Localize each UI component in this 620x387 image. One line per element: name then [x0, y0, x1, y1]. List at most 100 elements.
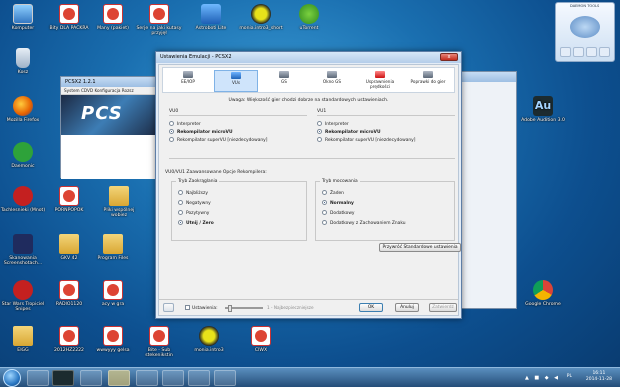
computer-icon — [13, 4, 33, 24]
tab-vus[interactable]: VUs — [214, 70, 258, 92]
tools-icon[interactable] — [586, 47, 597, 57]
eject-icon[interactable] — [573, 47, 584, 57]
rounding-chop-zero[interactable]: Utnij / Zero — [178, 220, 214, 226]
background-window[interactable] — [455, 71, 517, 309]
clamping-legend: Tryb mocowania — [320, 179, 360, 184]
help-icon[interactable] — [163, 303, 174, 312]
desktop-icon-audition[interactable]: Au Adobe Audition 3.0 — [520, 96, 566, 123]
disc-icon[interactable] — [570, 16, 600, 38]
desktop-icon-programfiles[interactable]: Program Files — [90, 234, 136, 261]
language-indicator[interactable]: PL — [567, 374, 572, 379]
rounding-nearest[interactable]: Najbliższy — [178, 190, 208, 196]
desktop-icon-radio[interactable]: RADIO1120 — [46, 280, 92, 307]
desktop-icon-ciwx[interactable]: CIWX — [238, 326, 284, 353]
audio-file-icon — [199, 326, 219, 346]
restore-defaults-button[interactable]: Przywróć Standardowe ustawienia — [379, 243, 461, 252]
cancel-button[interactable]: Anuluj — [395, 303, 419, 312]
desktop-icon-trash[interactable]: Kosz — [0, 48, 46, 75]
radio-selected-icon — [169, 129, 174, 134]
notice-text: Uwaga: Większość gier chodzi dobrze na s… — [228, 98, 389, 103]
tab-gs[interactable]: GS — [262, 70, 306, 92]
close-button[interactable]: x — [440, 53, 458, 61]
taskbar-explorer-icon[interactable] — [108, 370, 130, 386]
dialog-title: Ustawienia Emulacji - PCSX2 — [160, 54, 232, 60]
add-icon[interactable] — [560, 47, 571, 57]
dialog-bottom-bar: Ustawienia: 1 - Najbezpieczniejsze OK An… — [159, 299, 458, 315]
radio-icon — [322, 190, 327, 195]
desktop-icon-chrome[interactable]: Google Chrome — [520, 280, 566, 307]
taskbar-firefox-icon[interactable] — [188, 370, 210, 386]
vu0-title: VU0 — [169, 109, 179, 114]
apply-button[interactable]: Zatwierdź — [429, 303, 457, 312]
desktop-icon-porn[interactable]: PORNPOPOK — [46, 186, 92, 213]
desktop-icon-wav1[interactable]: monia.intro3_short — [238, 4, 284, 31]
tray-icons[interactable]: ▲ ■ ◆ ◀ — [525, 375, 560, 381]
checkbox-icon — [185, 305, 190, 310]
vu1-title: VU1 — [317, 109, 327, 114]
taskbar-chrome-icon[interactable] — [136, 370, 158, 386]
pcsx2-main-window[interactable]: PCSX2 1.2.1 System CDVD Konfiguracja Roz… — [60, 76, 160, 179]
desktop-icon-wav2[interactable]: monia.intro3 — [186, 326, 232, 353]
clamping-extra-sign[interactable]: Dodatkowy z Zachowaniem Znaku — [322, 220, 406, 226]
tab-gamefixes[interactable]: Poprawki do gier — [406, 70, 450, 92]
radio-selected-icon — [322, 200, 327, 205]
tab-gs-window[interactable]: Okno GS — [310, 70, 354, 92]
daemon-tools-gadget[interactable]: DAEMON TOOLS — [555, 2, 615, 62]
divider — [169, 115, 307, 116]
taskbar-ie-icon[interactable] — [27, 370, 49, 386]
vu1-option-interpreter[interactable]: Interpreter — [317, 121, 349, 127]
pcsx2-menubar[interactable]: System CDVD Konfiguracja Rozsz — [61, 87, 159, 95]
clock[interactable]: 16:11 2014-11-28 — [586, 371, 612, 383]
clamping-none[interactable]: Żaden — [322, 190, 344, 196]
chrome-icon — [533, 280, 553, 300]
settings-icon[interactable] — [599, 47, 610, 57]
pdf-icon — [59, 4, 79, 24]
desktop-icon-eigg[interactable]: EIGG — [0, 326, 46, 353]
desktop-icon-bity[interactable]: Bity DLA PACKRA — [46, 4, 92, 31]
dialog-titlebar[interactable]: Ustawienia Emulacji - PCSX2 x — [156, 52, 461, 63]
desktop-icon-starwars[interactable]: Star Wars Tropiciel Snipes — [0, 280, 46, 312]
taskbar-audition-icon[interactable] — [52, 370, 74, 386]
desktop-icon-wwwy[interactable]: wwwyyy gelsa — [90, 326, 136, 353]
rounding-negative[interactable]: Negatywny — [178, 200, 211, 206]
trash-icon — [16, 48, 30, 68]
vu0-option-interpreter[interactable]: Interpreter — [169, 121, 201, 127]
slider-thumb[interactable] — [228, 305, 232, 312]
rounding-positive[interactable]: Pozytywny — [178, 210, 209, 216]
utorrent-icon — [299, 4, 319, 24]
vu0-option-supervu[interactable]: Rekompilator superVU [niezdecydowany] — [169, 137, 267, 143]
desktop-icon-acy[interactable]: acy w gra — [90, 280, 136, 307]
desktop-icon-astro[interactable]: Astroboti Lite — [188, 4, 234, 31]
app-icon — [13, 186, 33, 206]
vu1-option-microvu[interactable]: Rekompilator microVU — [317, 129, 381, 135]
start-button[interactable] — [3, 369, 21, 387]
presets-checkbox[interactable]: Ustawienia: — [185, 305, 218, 311]
taskbar-pcsx2-icon[interactable] — [80, 370, 102, 386]
desktop-icon-bite[interactable]: Bite - Sub stekenikstin — [136, 326, 182, 358]
adobe-audition-icon: Au — [533, 96, 553, 116]
taskbar-daemon-icon[interactable] — [162, 370, 184, 386]
desktop-icon-serje[interactable]: Serje na jaki kutasy przyjęł — [136, 4, 182, 36]
desktop-icon-computer[interactable]: Komputer — [0, 4, 46, 31]
tab-speedhacks[interactable]: Usprawnienia prędkości — [358, 70, 402, 92]
desktop-icon-firefox[interactable]: Mozilla Firefox — [0, 96, 46, 123]
advanced-title: VU0/VU1 Zaawansowane Opcje Rekompilera: — [165, 170, 267, 175]
desktop-icon-utorrent[interactable]: uTorrent — [286, 4, 332, 31]
vu0-option-microvu[interactable]: Rekompilator microVU — [169, 129, 233, 135]
tab-ee-iop[interactable]: EE/IOP — [166, 70, 210, 92]
presets-slider[interactable] — [225, 305, 263, 312]
clamping-normal[interactable]: Normalny — [322, 200, 354, 206]
clamping-extra[interactable]: Dodatkowy — [322, 210, 355, 216]
desktop-icon-pliki[interactable]: Pliki wspólnej wobiez — [96, 186, 142, 218]
app-icon — [13, 142, 33, 162]
desktop-icon-screens[interactable]: Skanowania Screenshotach... — [0, 234, 46, 266]
ok-button[interactable]: OK — [359, 303, 383, 312]
desktop-icon-2012[interactable]: 2012HZ2222 — [46, 326, 92, 353]
vu1-option-supervu[interactable]: Rekompilator superVU [niezdecydowany] — [317, 137, 415, 143]
desktop-icon-many[interactable]: Many (pakiet) — [90, 4, 136, 31]
desktop-icon-gkv[interactable]: GKV 42 — [46, 234, 92, 261]
desktop-icon-tach[interactable]: Tachlesnieki (Mnot) — [0, 186, 46, 213]
desktop-icon-daemon[interactable]: Daemonic — [0, 142, 46, 169]
radio-icon — [317, 137, 322, 142]
taskbar-app-icon[interactable] — [214, 370, 236, 386]
